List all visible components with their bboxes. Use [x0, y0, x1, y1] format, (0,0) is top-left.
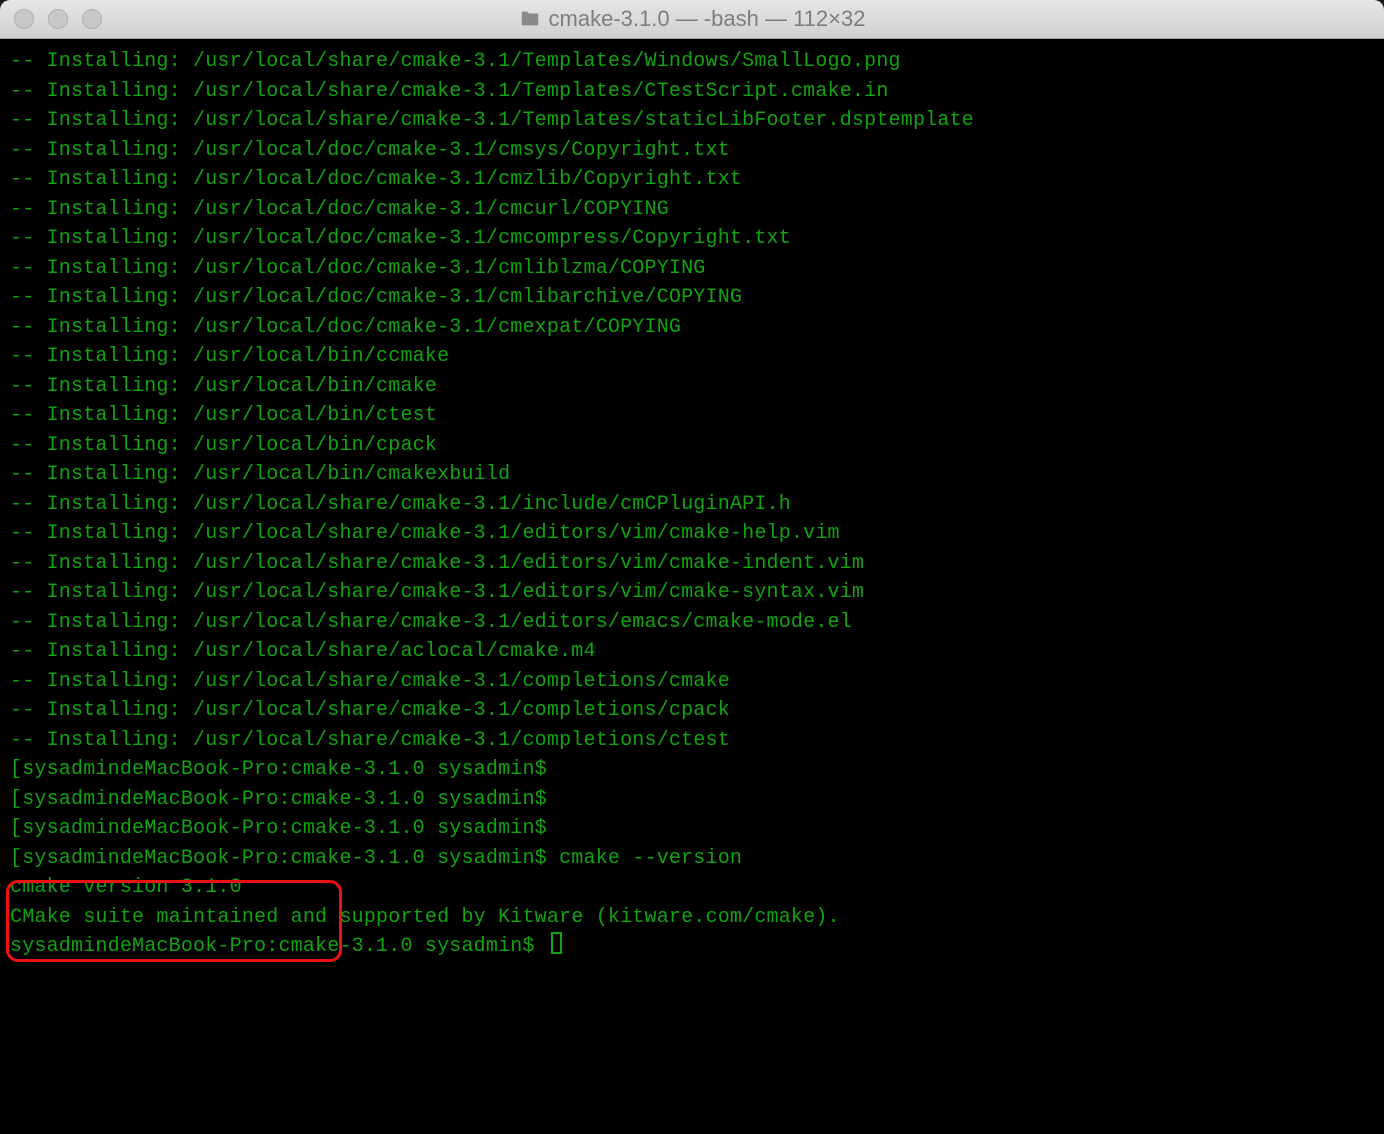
- shell-prompt: [sysadmindeMacBook-Pro:cmake-3.1.0 sysad…: [10, 755, 1374, 785]
- folder-icon: [519, 8, 541, 30]
- install-line: -- Installing: /usr/local/doc/cmake-3.1/…: [10, 195, 1374, 225]
- install-line: -- Installing: /usr/local/doc/cmake-3.1/…: [10, 313, 1374, 343]
- minimize-button[interactable]: [48, 9, 68, 29]
- install-line: -- Installing: /usr/local/share/cmake-3.…: [10, 106, 1374, 136]
- install-line: -- Installing: /usr/local/doc/cmake-3.1/…: [10, 224, 1374, 254]
- terminal-window: cmake-3.1.0 — -bash — 112×32 -- Installi…: [0, 0, 1384, 1134]
- close-button[interactable]: [14, 9, 34, 29]
- terminal-output[interactable]: -- Installing: /usr/local/share/cmake-3.…: [0, 39, 1384, 1134]
- shell-prompt-current: sysadmindeMacBook-Pro:cmake-3.1.0 sysadm…: [10, 932, 1374, 962]
- install-line: -- Installing: /usr/local/share/cmake-3.…: [10, 726, 1374, 756]
- install-line: -- Installing: /usr/local/doc/cmake-3.1/…: [10, 254, 1374, 284]
- install-line: -- Installing: /usr/local/doc/cmake-3.1/…: [10, 165, 1374, 195]
- install-line: -- Installing: /usr/local/bin/cmake: [10, 372, 1374, 402]
- zoom-button[interactable]: [82, 9, 102, 29]
- install-line: -- Installing: /usr/local/share/cmake-3.…: [10, 696, 1374, 726]
- install-line: -- Installing: /usr/local/share/cmake-3.…: [10, 608, 1374, 638]
- traffic-lights: [14, 9, 102, 29]
- titlebar: cmake-3.1.0 — -bash — 112×32: [0, 0, 1384, 39]
- install-line: -- Installing: /usr/local/share/cmake-3.…: [10, 77, 1374, 107]
- suite-line: CMake suite maintained and supported by …: [10, 903, 1374, 933]
- window-title: cmake-3.1.0 — -bash — 112×32: [0, 6, 1384, 32]
- shell-prompt: [sysadmindeMacBook-Pro:cmake-3.1.0 sysad…: [10, 785, 1374, 815]
- version-output: cmake version 3.1.0: [10, 873, 1374, 903]
- install-line: -- Installing: /usr/local/share/cmake-3.…: [10, 667, 1374, 697]
- install-line: -- Installing: /usr/local/bin/cpack: [10, 431, 1374, 461]
- install-line: -- Installing: /usr/local/bin/ctest: [10, 401, 1374, 431]
- install-line: -- Installing: /usr/local/doc/cmake-3.1/…: [10, 283, 1374, 313]
- shell-prompt-version: [sysadmindeMacBook-Pro:cmake-3.1.0 sysad…: [10, 844, 1374, 874]
- install-line: -- Installing: /usr/local/doc/cmake-3.1/…: [10, 136, 1374, 166]
- shell-prompt: [sysadmindeMacBook-Pro:cmake-3.1.0 sysad…: [10, 814, 1374, 844]
- install-line: -- Installing: /usr/local/share/cmake-3.…: [10, 519, 1374, 549]
- install-line: -- Installing: /usr/local/share/cmake-3.…: [10, 578, 1374, 608]
- install-line: -- Installing: /usr/local/share/cmake-3.…: [10, 549, 1374, 579]
- window-title-text: cmake-3.1.0 — -bash — 112×32: [549, 6, 866, 32]
- install-line: -- Installing: /usr/local/bin/ccmake: [10, 342, 1374, 372]
- install-line: -- Installing: /usr/local/share/aclocal/…: [10, 637, 1374, 667]
- cursor: [551, 932, 562, 954]
- install-line: -- Installing: /usr/local/share/cmake-3.…: [10, 490, 1374, 520]
- install-line: -- Installing: /usr/local/share/cmake-3.…: [10, 47, 1374, 77]
- install-line: -- Installing: /usr/local/bin/cmakexbuil…: [10, 460, 1374, 490]
